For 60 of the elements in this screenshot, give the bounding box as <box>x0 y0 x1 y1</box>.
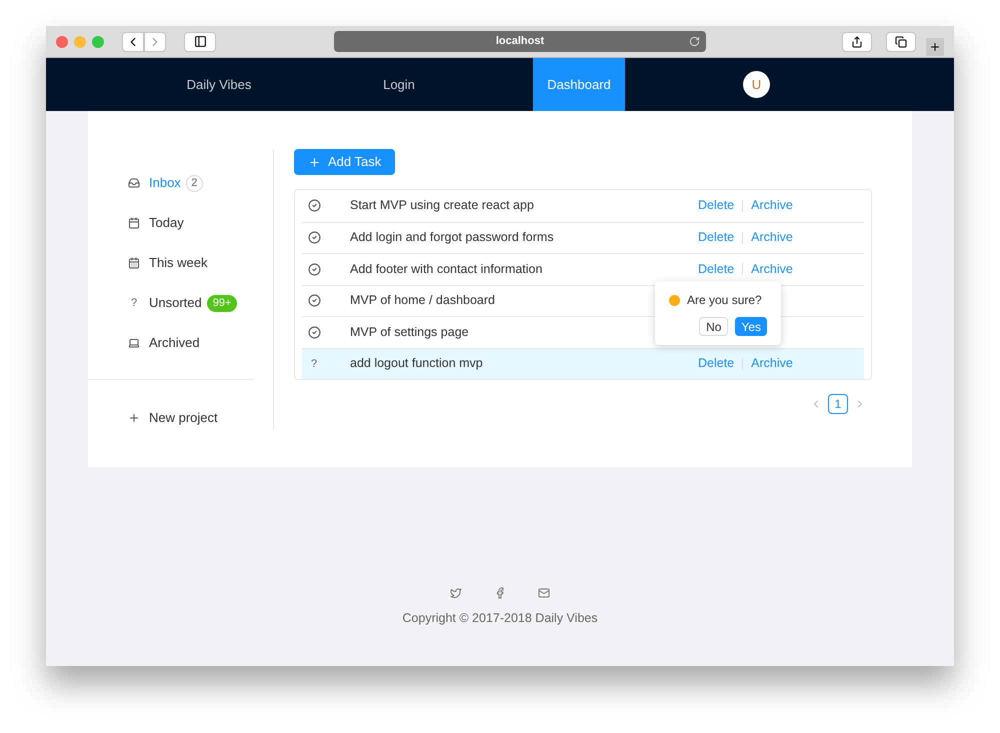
copyright-text: Copyright © 2017-2018 Daily Vibes <box>402 610 598 627</box>
calendar-icon <box>128 217 140 229</box>
avatar[interactable]: U <box>743 71 770 98</box>
share-button[interactable] <box>842 32 872 52</box>
action-link[interactable]: Delete <box>698 228 734 248</box>
tabs-button[interactable] <box>886 32 916 52</box>
action-link[interactable]: Delete <box>698 196 734 216</box>
sidebar-item[interactable]: This week <box>128 243 273 283</box>
action-link[interactable]: Delete <box>698 260 734 279</box>
twitter-icon[interactable] <box>450 587 462 599</box>
check-circle-icon[interactable] <box>308 231 321 244</box>
sidebar-button[interactable] <box>184 32 216 52</box>
share-icon <box>851 36 863 48</box>
laptop-icon <box>128 337 140 349</box>
plus-icon <box>308 156 321 168</box>
plus-icon <box>128 412 140 424</box>
action-link[interactable]: Archive <box>751 228 793 248</box>
tabs-icon <box>895 36 907 48</box>
nav-tab[interactable]: Login <box>353 58 445 111</box>
reload-icon[interactable] <box>689 36 700 47</box>
add-task-button[interactable]: Add Task <box>294 149 396 175</box>
calendar-icon <box>128 257 140 269</box>
sidebar-item[interactable]: Inbox 2 <box>128 163 273 203</box>
inbox-icon <box>128 177 140 189</box>
question-icon: ? <box>308 356 318 372</box>
sidebar-icon <box>194 35 206 48</box>
warning-icon <box>669 294 680 306</box>
address-bar[interactable]: localhost <box>334 31 706 52</box>
count-badge: 99+ <box>206 294 238 312</box>
check-circle-icon[interactable] <box>308 294 321 308</box>
task-title: Start MVP using create react app <box>350 197 534 214</box>
question-icon: ? <box>128 294 140 312</box>
sidebar-item[interactable]: Today <box>128 203 273 243</box>
url-text: localhost <box>496 34 544 50</box>
sidebar-item[interactable]: Archived <box>128 323 273 363</box>
page-button[interactable]: 1 <box>828 394 848 414</box>
back-button[interactable] <box>122 32 144 52</box>
no-button[interactable]: No <box>699 317 728 336</box>
nav-tab[interactable]: Dashboard <box>533 58 625 111</box>
task-title: add logout function mvp <box>350 355 483 372</box>
mail-icon[interactable] <box>538 587 550 599</box>
new-tab-icon[interactable] <box>926 38 944 56</box>
yes-button[interactable]: Yes <box>735 317 767 336</box>
action-link[interactable]: Archive <box>751 260 793 279</box>
check-circle-icon[interactable] <box>308 199 321 212</box>
check-circle-icon[interactable] <box>308 326 321 339</box>
new-project-item[interactable]: New project <box>128 408 273 428</box>
task-title: Add login and forgot password forms <box>350 229 554 246</box>
action-link[interactable]: Delete <box>698 354 734 374</box>
task-title: MVP of home / dashboard <box>350 292 495 310</box>
count-badge: 2 <box>186 174 203 192</box>
confirm-message: Are you sure? <box>687 292 762 309</box>
task-title: MVP of settings page <box>350 324 469 341</box>
action-link[interactable]: Archive <box>751 196 793 216</box>
check-circle-icon[interactable] <box>308 262 321 276</box>
facebook-icon[interactable] <box>494 587 506 599</box>
action-link[interactable]: Archive <box>751 354 793 374</box>
sidebar-item[interactable]: ? Unsorted 99+ <box>128 283 273 323</box>
task-title: Add footer with contact information <box>350 260 542 278</box>
nav-tab[interactable]: Daily Vibes <box>173 58 265 111</box>
